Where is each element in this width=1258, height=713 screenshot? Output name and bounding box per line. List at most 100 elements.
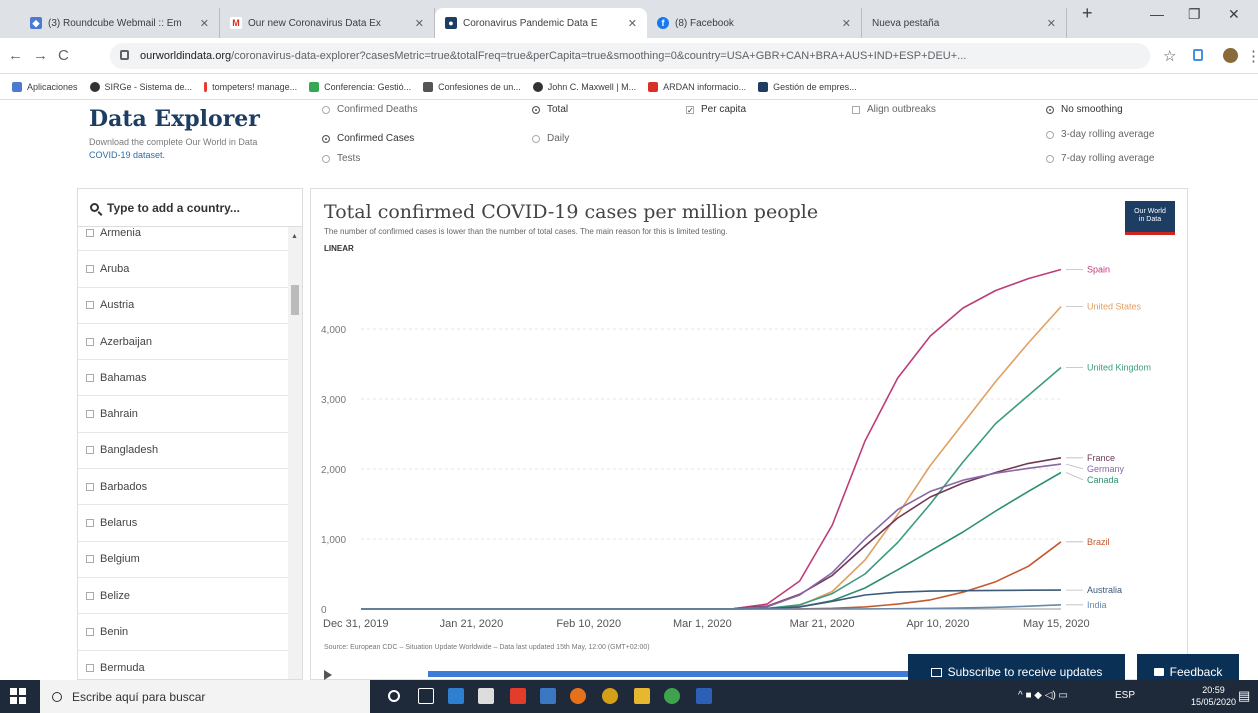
country-item[interactable]: Belize xyxy=(78,578,290,615)
bookmark-item[interactable]: John C. Maxwell | M... xyxy=(532,81,636,92)
country-item[interactable]: Bermuda xyxy=(78,651,290,679)
close-tab-icon[interactable]: ✕ xyxy=(1047,17,1056,30)
firefox-icon[interactable] xyxy=(570,688,586,704)
bookmark-item[interactable]: tompeters! manage... xyxy=(204,81,298,92)
bookmark-favicon xyxy=(532,81,543,92)
close-tab-icon[interactable]: ✕ xyxy=(415,17,424,30)
bookmark-favicon xyxy=(309,81,320,92)
option-7day-average[interactable]: 7-day rolling average xyxy=(1046,153,1154,164)
browser-tab-facebook[interactable]: f (8) Facebook ✕ xyxy=(647,8,862,38)
system-tray-icons[interactable]: ^ ■ ◆ ◁) ▭ xyxy=(1018,690,1068,701)
subscribe-button[interactable]: Subscribe to receive updates xyxy=(908,654,1125,680)
option-label: Per capita xyxy=(701,104,747,115)
feedback-button[interactable]: Feedback xyxy=(1137,654,1239,680)
store-icon[interactable] xyxy=(478,688,494,704)
notifications-icon[interactable]: ▤ xyxy=(1238,688,1250,704)
scrollbar-thumb[interactable] xyxy=(291,285,299,315)
country-item[interactable]: Bahamas xyxy=(78,360,290,397)
country-item[interactable]: Azerbaijan xyxy=(78,324,290,361)
bookmark-item[interactable]: Conferencia: Gestió... xyxy=(309,81,411,92)
reload-icon[interactable]: C xyxy=(58,47,69,64)
option-confirmed-cases[interactable]: Confirmed Cases xyxy=(322,133,414,144)
bookmark-item[interactable]: ARDAN informacio... xyxy=(648,81,746,92)
country-item[interactable]: Belgium xyxy=(78,542,290,578)
option-daily[interactable]: Daily xyxy=(532,133,569,144)
url-field[interactable]: ourworldindata.org/coronavirus-data-expl… xyxy=(110,43,1150,69)
country-sidebar: Type to add a country... Armenia Aruba A… xyxy=(77,188,303,680)
extension-icon[interactable] xyxy=(1193,49,1203,61)
word-icon[interactable] xyxy=(696,688,712,704)
minimize-icon[interactable]: — xyxy=(1150,6,1164,22)
checkbox-icon xyxy=(86,264,94,273)
country-item[interactable]: Bahrain xyxy=(78,396,290,433)
close-tab-icon[interactable]: ✕ xyxy=(200,17,209,30)
play-icon[interactable] xyxy=(324,670,332,680)
option-per-capita[interactable]: ✓ Per capita xyxy=(686,104,746,115)
bookmark-item[interactable]: SIRGe - Sistema de... xyxy=(89,81,192,92)
option-tests[interactable]: Tests xyxy=(322,153,360,164)
timeline-slider[interactable] xyxy=(310,668,910,680)
option-total[interactable]: Total xyxy=(532,104,568,115)
dataset-link[interactable]: COVID-19 dataset. xyxy=(89,150,165,160)
country-list-scrollbar[interactable]: ▲ xyxy=(288,227,302,679)
app-icon-red[interactable] xyxy=(510,688,526,704)
series-label: Germany xyxy=(1087,464,1125,474)
y-tick-label: 2,000 xyxy=(321,465,346,476)
bookmark-item[interactable]: Confesiones de un... xyxy=(423,81,521,92)
option-confirmed-deaths[interactable]: Confirmed Deaths xyxy=(322,104,418,115)
country-label: Barbados xyxy=(100,480,148,493)
scroll-up-arrow-icon[interactable]: ▲ xyxy=(291,233,298,240)
bookmark-item[interactable]: Gestión de empres... xyxy=(758,81,857,92)
series-line xyxy=(361,541,1062,610)
series-label: India xyxy=(1087,600,1107,610)
subtitle-text: Download the complete Our World in Data xyxy=(89,137,258,147)
app-icon-l[interactable] xyxy=(448,688,464,704)
language-indicator[interactable]: ESP xyxy=(1115,690,1135,701)
series-label: Canada xyxy=(1087,475,1119,485)
y-tick-label: 4,000 xyxy=(321,325,346,336)
option-align-outbreaks[interactable]: Align outbreaks xyxy=(852,104,936,115)
browser-menu-icon[interactable]: ⋮ xyxy=(1246,47,1258,65)
country-item[interactable]: Bangladesh xyxy=(78,433,290,470)
option-no-smoothing[interactable]: No smoothing xyxy=(1046,104,1123,115)
country-item[interactable]: Barbados xyxy=(78,469,290,506)
country-item[interactable]: Armenia xyxy=(78,215,290,252)
taskbar-clock[interactable]: 20:59 15/05/2020 xyxy=(1191,684,1236,708)
country-item[interactable]: Belarus xyxy=(78,505,290,542)
new-tab-button[interactable]: + xyxy=(1082,3,1093,24)
bookmark-favicon xyxy=(423,81,434,92)
option-3day-average[interactable]: 3-day rolling average xyxy=(1046,129,1154,140)
windows-start-icon[interactable] xyxy=(10,688,26,704)
maximize-icon[interactable]: ❐ xyxy=(1188,6,1201,23)
app-icon-blue[interactable] xyxy=(540,688,556,704)
forward-icon[interactable]: → xyxy=(33,47,48,64)
cortana-icon[interactable] xyxy=(388,690,400,702)
close-window-icon[interactable]: ✕ xyxy=(1228,6,1240,23)
profile-avatar[interactable] xyxy=(1223,48,1238,63)
feedback-label: Feedback xyxy=(1169,665,1223,679)
bookmark-label: tompeters! manage... xyxy=(212,81,298,92)
close-tab-icon[interactable]: ✕ xyxy=(628,17,637,30)
browser-tab-owid[interactable]: ● Coronavirus Pandemic Data E ✕ xyxy=(435,8,647,38)
search-icon xyxy=(52,691,62,702)
bookmark-star-icon[interactable]: ☆ xyxy=(1163,47,1176,65)
task-view-icon[interactable] xyxy=(418,688,434,704)
taskbar-search-placeholder: Escribe aquí para buscar xyxy=(72,689,206,704)
close-tab-icon[interactable]: ✕ xyxy=(842,17,851,30)
country-item[interactable]: Aruba xyxy=(78,251,290,288)
back-icon[interactable]: ← xyxy=(8,47,23,64)
chrome-icon[interactable] xyxy=(602,688,618,704)
series-label-leader xyxy=(1065,463,1084,470)
checkbox-icon xyxy=(86,591,94,600)
country-item[interactable]: Austria xyxy=(78,288,290,324)
series-label: Spain xyxy=(1087,265,1110,275)
file-explorer-icon[interactable] xyxy=(634,688,650,704)
browser-tab-roundcube[interactable]: ◆ (3) Roundcube Webmail :: Em ✕ xyxy=(20,8,220,38)
bookmark-item[interactable]: Aplicaciones xyxy=(12,81,78,92)
app-icon-green[interactable] xyxy=(664,688,680,704)
timeline-range-bar[interactable] xyxy=(428,671,910,677)
country-item[interactable]: Benin xyxy=(78,614,290,651)
browser-tab-new[interactable]: Nueva pestaña ✕ xyxy=(862,8,1067,38)
taskbar-search[interactable]: Escribe aquí para buscar xyxy=(40,680,370,713)
browser-tab-gmail[interactable]: M Our new Coronavirus Data Ex ✕ xyxy=(220,8,435,38)
